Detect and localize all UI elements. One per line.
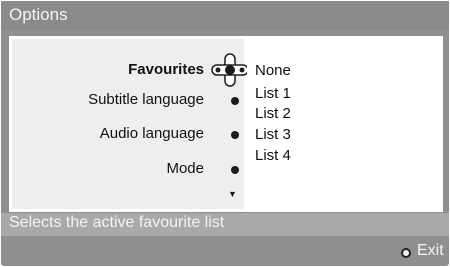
options-window: Options Favourites Subtitle language Aud… [1, 1, 449, 266]
options-panel: Favourites Subtitle language Audio langu… [9, 36, 443, 212]
title-bar: Options [1, 1, 449, 30]
window-title: Options [9, 5, 68, 24]
submenu-list: None List 1 List 2 List 3 List 4 [247, 39, 440, 209]
navigation-cross-icon [211, 53, 249, 87]
status-bar: Selects the active favourite list [1, 213, 449, 236]
option-list-3[interactable]: List 3 [255, 126, 291, 143]
option-list-2[interactable]: List 2 [255, 105, 291, 122]
exit-label: Exit [417, 242, 444, 259]
option-list-4[interactable]: List 4 [255, 147, 291, 164]
option-none[interactable]: None [255, 62, 291, 79]
option-list-1[interactable]: List 1 [255, 85, 291, 102]
exit-button-icon [401, 248, 411, 258]
menu-item-audio-language[interactable]: Audio language [100, 125, 204, 142]
bullet-icon [231, 166, 239, 174]
bullet-icon [231, 97, 239, 105]
down-arrow-icon: ▼ [228, 189, 237, 199]
bullet-icon [231, 131, 239, 139]
menu-item-mode[interactable]: Mode [166, 160, 204, 177]
menu-item-favourites[interactable]: Favourites [128, 61, 204, 78]
status-text: Selects the active favourite list [9, 214, 225, 231]
menu-list: Favourites Subtitle language Audio langu… [12, 39, 249, 209]
menu-item-subtitle-language[interactable]: Subtitle language [88, 91, 204, 108]
